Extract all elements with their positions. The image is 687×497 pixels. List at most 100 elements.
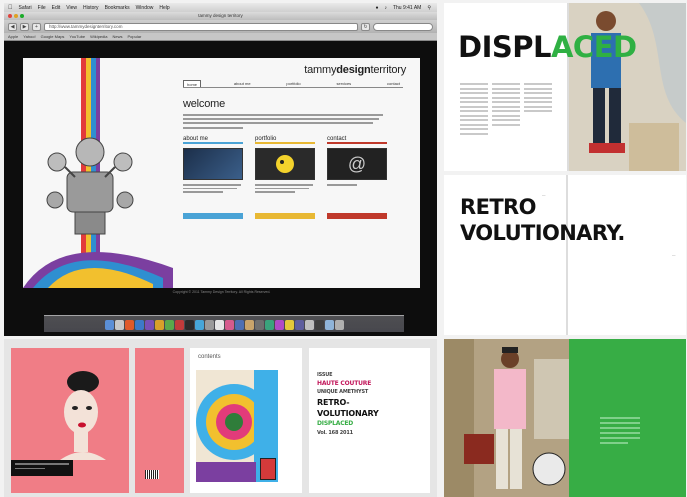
app-icon[interactable] [144, 320, 154, 330]
app-icon[interactable] [284, 320, 294, 330]
title-line: DISPLACED [317, 420, 354, 427]
nav-portfolio[interactable]: portfolio [283, 80, 303, 87]
displaced-headline: DISPLACED [458, 30, 637, 64]
contents-heading: contents [198, 354, 221, 360]
portfolio-more-button[interactable] [255, 213, 315, 219]
website-page: tammydesignterritory home about me portf… [23, 58, 420, 288]
menu-item[interactable]: File [38, 5, 46, 11]
bookmarks-bar: Apple Yahoo! Google Maps YouTube Wikiped… [4, 33, 437, 41]
reload-button[interactable]: ↻ [361, 22, 370, 31]
magazine-back-cover [135, 348, 184, 493]
app-icon[interactable] [314, 320, 324, 330]
card-title: portfolio [255, 136, 315, 144]
window-titlebar: tammy design territory [4, 12, 437, 20]
cover-text-block [11, 460, 73, 476]
app-icon[interactable] [214, 320, 224, 330]
menubar-clock[interactable]: Thu 9:41 AM [393, 5, 421, 11]
title-line: Vol. 168 2011 [317, 430, 353, 436]
bookmark-item[interactable]: Wikipedia [90, 33, 107, 40]
body-text-column [492, 83, 520, 128]
body-text-column [600, 417, 640, 447]
logo-text-light: tammy [304, 64, 337, 76]
app-icon[interactable] [224, 320, 234, 330]
title-line: VOLUTIONARY [317, 409, 379, 418]
app-icon[interactable] [254, 320, 264, 330]
add-bookmark-button[interactable]: + [32, 22, 41, 31]
color-swirl-graphic [23, 252, 173, 288]
title-line: UNIQUE AMETHYST [317, 389, 369, 395]
at-sign-icon[interactable]: @ [327, 148, 387, 180]
app-icon[interactable] [174, 320, 184, 330]
contents-page: contents [190, 348, 302, 493]
app-icon[interactable] [204, 320, 214, 330]
menu-item[interactable]: View [66, 5, 77, 11]
portfolio-card: portfolio [255, 136, 315, 219]
app-icon[interactable] [304, 320, 314, 330]
forward-button[interactable]: ▶ [20, 22, 29, 31]
wifi-icon[interactable]: ● [375, 5, 378, 11]
window-title: tammy design territory [198, 13, 243, 18]
app-icon[interactable] [184, 320, 194, 330]
search-input[interactable] [373, 22, 433, 31]
app-icon[interactable] [154, 320, 164, 330]
bookmark-item[interactable]: Apple [8, 33, 18, 40]
logo-text-tail: territory [370, 64, 407, 76]
bookmark-item[interactable]: Google Maps [41, 33, 65, 40]
menu-item[interactable]: Bookmarks [105, 5, 130, 11]
magazine-cover [11, 348, 129, 493]
bookmark-item[interactable]: YouTube [69, 33, 85, 40]
about-more-button[interactable] [183, 213, 243, 219]
menu-bar:  Safari File Edit View History Bookmark… [4, 3, 437, 12]
app-icon[interactable] [234, 320, 244, 330]
logo-text-bold: design [336, 64, 371, 76]
contact-more-button[interactable] [327, 213, 387, 219]
menu-item[interactable]: Edit [52, 5, 61, 11]
app-icon[interactable] [244, 320, 254, 330]
safari-icon[interactable] [134, 320, 144, 330]
app-icon[interactable] [124, 320, 134, 330]
bookmark-item[interactable]: Popular [128, 33, 142, 40]
downloads-stack-icon[interactable] [324, 320, 334, 330]
green-spread [444, 339, 686, 497]
retro-headline-line2: VOLUTIONARY. [460, 221, 625, 245]
spotlight-icon[interactable]: ⚲ [427, 5, 431, 11]
menu-item[interactable]: Window [136, 5, 154, 11]
portfolio-collage:  Safari File Edit View History Bookmark… [0, 0, 687, 497]
menu-item[interactable]: Safari [19, 5, 32, 11]
about-thumbnail[interactable] [183, 148, 243, 180]
dashboard-icon[interactable] [114, 320, 124, 330]
bookmark-item[interactable]: News [112, 33, 122, 40]
close-window-button[interactable] [8, 14, 12, 18]
portfolio-thumbnail[interactable] [255, 148, 315, 180]
displaced-spread: DISPLACED [444, 3, 686, 171]
finder-icon[interactable] [104, 320, 114, 330]
contact-card: contact @ [327, 136, 387, 219]
robot-sculpture-image [46, 137, 134, 235]
minimize-window-button[interactable] [14, 14, 18, 18]
apple-icon[interactable]:  [8, 5, 13, 11]
about-card: about me [183, 136, 243, 219]
app-icon[interactable] [164, 320, 174, 330]
pink-suit-photo [444, 339, 569, 497]
nav-about[interactable]: about me [231, 80, 254, 87]
menu-item[interactable]: History [83, 5, 99, 11]
app-icon[interactable] [274, 320, 284, 330]
nav-home[interactable]: home [183, 80, 202, 87]
app-icon[interactable] [294, 320, 304, 330]
back-button[interactable]: ◀ [8, 22, 17, 31]
menu-item[interactable]: Help [159, 5, 169, 11]
app-icon[interactable] [264, 320, 274, 330]
body-text-column [460, 83, 488, 137]
address-bar[interactable]: http://www.tammydesignterritory.com [44, 22, 358, 31]
zoom-window-button[interactable] [20, 14, 24, 18]
retrovolutionary-spread: RETRO VOLUTIONARY. — — [444, 175, 686, 335]
bookmark-item[interactable]: Yahoo! [23, 33, 35, 40]
card-title: about me [183, 136, 243, 144]
site-logo[interactable]: tammydesignterritory [304, 64, 406, 76]
nav-services[interactable]: services [334, 80, 355, 87]
nav-contact[interactable]: contact [384, 80, 403, 87]
volume-icon[interactable]: ♪ [384, 5, 387, 11]
trash-icon[interactable] [334, 320, 344, 330]
title-line: RETRO- [317, 398, 350, 407]
app-icon[interactable] [194, 320, 204, 330]
